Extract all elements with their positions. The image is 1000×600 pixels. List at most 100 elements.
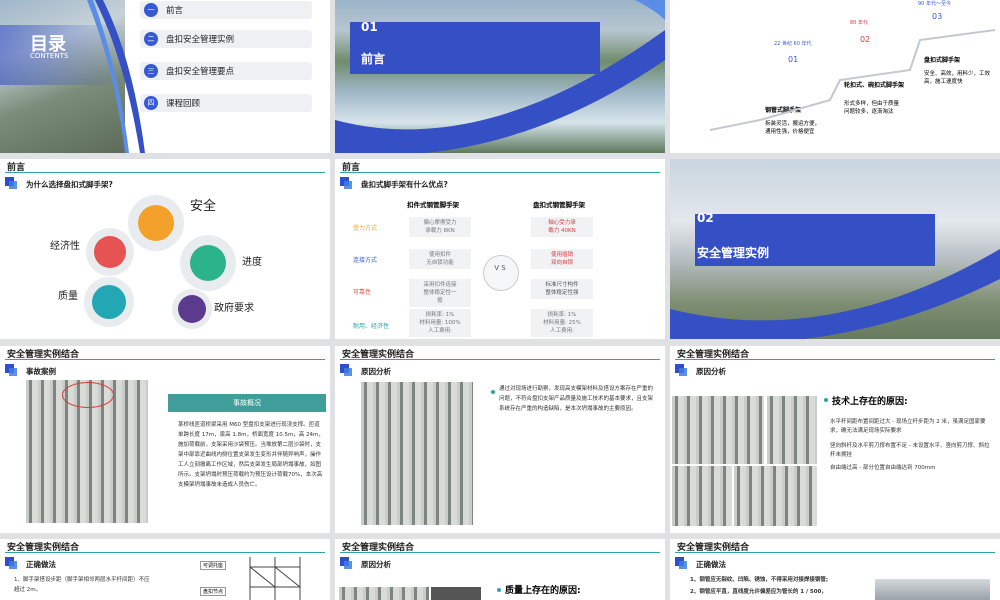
cell-right: 使用插销 双向自锁 — [531, 249, 593, 269]
slide-thumb-4[interactable]: 前言 为什么选择盘扣式脚手架? 安全 经济性 进度 质量 政府要求 — [0, 159, 330, 339]
practice-text: 1、脚手架搭设步距（脚手架相邻两层水平杆间距）不应超过 2m。 — [14, 577, 150, 593]
cell-left: 采用扣件连接 整体稳定性一 般 — [409, 279, 471, 307]
photo-3 — [672, 466, 732, 526]
toc-item-4[interactable]: 四课程回顾 — [140, 94, 312, 112]
slide-thumb-8[interactable]: 安全管理实例结合 原因分析 通过对现场进行勘察，发现高支模架材料及搭设方案存在严… — [335, 346, 665, 533]
tech-bullet-3: 自由端过高 - 部分位置自由端达到 700mm — [830, 465, 936, 471]
header-rule — [5, 359, 325, 360]
bullet-square-icon — [675, 364, 687, 376]
toc-label: 课程回顾 — [166, 99, 201, 109]
slide-subtitle: 原因分析 — [361, 367, 391, 376]
col-head-right: 盘扣式钢管脚手架 — [533, 201, 585, 209]
header-rule — [5, 172, 325, 173]
slide-subtitle: 原因分析 — [696, 367, 726, 376]
gov-icon — [178, 295, 206, 323]
label-gov: 政府要求 — [214, 303, 254, 314]
slide-thumb-2[interactable]: 01 前言 — [335, 0, 665, 153]
slide-thumb-10[interactable]: 安全管理实例结合 正确做法 1、脚手架搭设步距（脚手架相邻两层水平杆间距）不应超… — [0, 539, 330, 600]
scaffold-diagram — [249, 557, 301, 600]
cell-left: 损耗率: 1% 材料用量: 100% 人工费用: — [409, 309, 471, 337]
tech-heading: 技术上存在的原因: — [832, 397, 908, 407]
quality-heading: 质量上存在的原因: — [505, 586, 581, 596]
label-quality: 质量 — [58, 291, 78, 302]
header-rule — [340, 359, 660, 360]
slide-thumb-6[interactable]: 02 安全管理实例 — [670, 159, 1000, 339]
photo-1 — [672, 396, 764, 464]
photo-2 — [767, 396, 817, 464]
bullet-square-icon — [5, 557, 17, 569]
cell-left: 偏心摩擦受力 承载力 8KN — [409, 217, 471, 237]
toc-num: 四 — [144, 96, 158, 110]
slide-thumb-1[interactable]: 目录 CONTENTS 一前言 二盘扣安全管理实例 三盘扣安全管理要点 四课程回… — [0, 0, 330, 153]
slide-subtitle: 盘扣式脚手架有什么优点? — [361, 180, 448, 189]
highlight-ring — [62, 382, 114, 408]
toc-num: 三 — [144, 64, 158, 78]
heading-dot — [497, 588, 501, 592]
blue-swoosh — [87, 0, 145, 153]
slide-thumb-7[interactable]: 安全管理实例结合 事故案例 事故概况 某桥线匝道桥梁采用 M60 型盘扣支架进行… — [0, 346, 330, 533]
bullet-square-icon — [675, 557, 687, 569]
header-rule — [5, 552, 325, 553]
diagram-label-1: 可调托座 — [200, 561, 227, 570]
toc-subtitle: CONTENTS — [30, 52, 69, 60]
label-progress: 进度 — [242, 257, 262, 268]
recycle-icon — [94, 236, 126, 268]
chart-icon — [190, 245, 226, 281]
cell-left: 使用扣件 无自锁功能 — [409, 249, 471, 269]
slide-thumb-11[interactable]: 安全管理实例结合 原因分析 质量上存在的原因: — [335, 539, 665, 600]
label-economy: 经济性 — [50, 241, 80, 252]
slide-subtitle: 为什么选择盘扣式脚手架? — [26, 180, 113, 189]
slide-thumb-5[interactable]: 前言 盘扣式脚手架有什么优点? 扣件式钢管脚手架 盘扣式钢管脚手架 V S 受力… — [335, 159, 665, 339]
heading-dot — [824, 398, 828, 402]
header-rule — [340, 172, 660, 173]
toc-label: 前言 — [166, 6, 184, 16]
slide-subtitle: 事故案例 — [26, 367, 56, 376]
row-key: 连接方式 — [353, 257, 378, 264]
header-rule — [675, 552, 995, 553]
tech-bullet-1: 水平杆间距布置间距过大 - 现场立杆步距为 2 米，虽满足国家要求，确无法满足现… — [830, 419, 986, 434]
bullet-square-icon — [5, 364, 17, 376]
label-safety: 安全 — [190, 199, 217, 214]
toc-item-3[interactable]: 三盘扣安全管理要点 — [140, 62, 312, 80]
diagram-label-2: 盘扣节点 — [200, 587, 227, 596]
vs-circle — [483, 255, 519, 291]
blue-swoosh — [335, 0, 665, 153]
cell-right: 损耗率: 1% 材料用量: 25% 人工费用: — [531, 309, 593, 337]
steel-photo — [875, 579, 990, 600]
slide-subtitle: 原因分析 — [361, 560, 391, 569]
bullet-square-icon — [340, 177, 352, 189]
gears-icon — [92, 285, 126, 319]
toc-label: 盘扣安全管理要点 — [166, 67, 235, 77]
site-photo — [361, 382, 473, 525]
row-key: 耐用、经济性 — [353, 323, 390, 330]
cell-right: 轴心受力承 载力 40KN — [531, 217, 593, 237]
photo-2 — [431, 587, 481, 600]
row-key: 可靠性 — [353, 289, 372, 296]
blue-swoosh — [670, 249, 1000, 339]
stair-line — [709, 29, 996, 131]
photo-4 — [734, 466, 817, 526]
slide-thumb-3[interactable]: 22 世纪 60 年代 01 钢管式脚手架 拆装灵活，搬运方便，通用性强，价格便… — [670, 0, 1000, 153]
header-rule — [675, 359, 995, 360]
case-text: 某桥线匝道桥梁采用 M60 型盘扣支架进行现浇支撑。匝道单跨长度 17m，梁高 … — [178, 422, 324, 488]
slide-thumb-9[interactable]: 安全管理实例结合 原因分析 技术上存在的原因: 水平杆间距布置间距过大 - 现场… — [670, 346, 1000, 533]
practice-item-2: 2、钢管应平直，直线度允许偏差应为管长的 1 / 500， — [690, 589, 827, 595]
toc-label: 盘扣安全管理实例 — [166, 35, 235, 45]
toc-item-1[interactable]: 一前言 — [140, 1, 312, 19]
bullet-square-icon — [340, 364, 352, 376]
slide-thumb-12[interactable]: 安全管理实例结合 正确做法 1、钢管应无裂纹、凹陷、锈蚀，不得采用对接焊接钢管;… — [670, 539, 1000, 600]
analysis-text: 通过对现场进行勘察，发现高支模架材料及搭设方案存在严重的问题，不符合盘扣支架产品… — [499, 386, 654, 412]
bullet-square-icon — [340, 557, 352, 569]
slide-subtitle: 正确做法 — [26, 560, 56, 569]
col-head-left: 扣件式钢管脚手架 — [407, 201, 459, 209]
cell-right: 标准尺寸构件 整体稳定性强 — [531, 279, 593, 299]
practice-item-1: 1、钢管应无裂纹、凹陷、锈蚀，不得采用对接焊接钢管; — [690, 577, 829, 583]
flask-icon — [138, 205, 174, 241]
photo-1 — [339, 587, 429, 600]
vs-label: V S — [494, 264, 506, 272]
bullet-dot — [491, 390, 495, 394]
tech-bullet-2: 竖向斜杆及水平剪刀撑布置不足 - 未设置水平、竖向剪刀撑、斜拉杆未拥挂 — [830, 443, 990, 458]
bullet-square-icon — [5, 177, 17, 189]
toc-item-2[interactable]: 二盘扣安全管理实例 — [140, 30, 312, 48]
box-title: 事故概况 — [168, 394, 326, 412]
